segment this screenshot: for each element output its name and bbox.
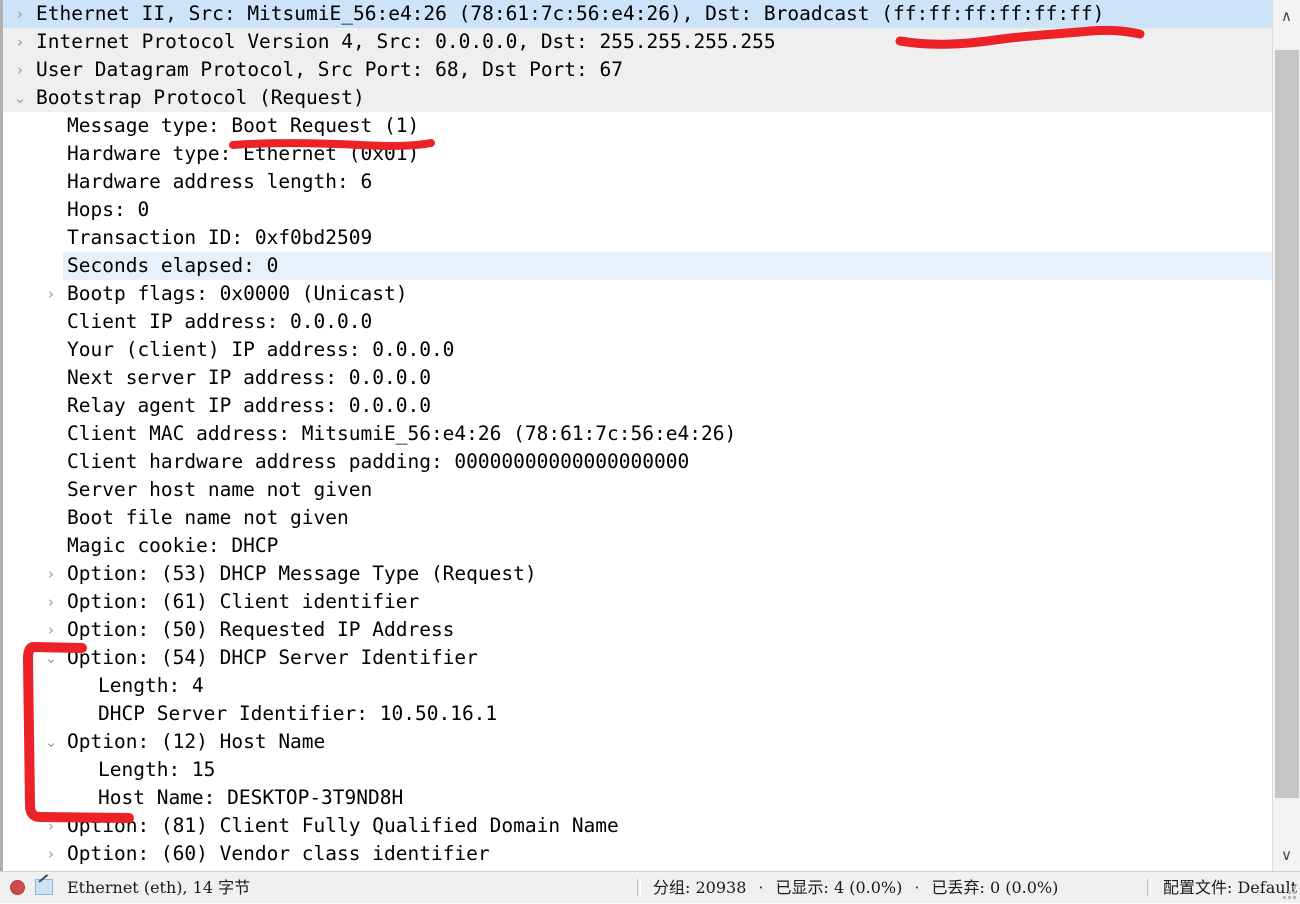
tree-row-label: Host Name: DESKTOP-3T9ND8H: [98, 786, 404, 809]
tree-row-option-61[interactable]: › Option: (61) Client identifier: [3, 588, 1272, 616]
edit-capture-comment-icon[interactable]: [35, 879, 53, 895]
capture-interface-label: Ethernet (eth), 14 字节: [67, 878, 251, 897]
tree-row-client-mac-address[interactable]: Client MAC address: MitsumiE_56:e4:26 (7…: [3, 420, 1272, 448]
tree-row-ethernet-ii[interactable]: › Ethernet II, Src: MitsumiE_56:e4:26 (78…: [3, 0, 1272, 28]
packet-detail-tree[interactable]: › Ethernet II, Src: MitsumiE_56:e4:26 (78…: [3, 0, 1272, 868]
tree-row-hops[interactable]: Hops: 0: [3, 196, 1272, 224]
scrollbar-thumb[interactable]: [1275, 50, 1299, 798]
tree-row-option-54-length[interactable]: Length: 4: [3, 672, 1272, 700]
chevron-right-icon[interactable]: ›: [42, 616, 60, 644]
tree-row-label: Bootp flags: 0x0000 (Unicast): [67, 282, 408, 305]
scroll-down-arrow-icon[interactable]: ∨: [1273, 839, 1300, 871]
tree-row-label: Option: (50) Requested IP Address: [67, 618, 455, 641]
tree-row-label: Magic cookie: DHCP: [67, 534, 279, 557]
chevron-down-icon[interactable]: ⌄: [11, 84, 29, 112]
tree-row-label: DHCP Server Identifier: 10.50.16.1: [98, 702, 498, 725]
tree-row-option-12-length[interactable]: Length: 15: [3, 756, 1272, 784]
tree-row-boot-file-name[interactable]: Boot file name not given: [3, 504, 1272, 532]
status-bar: Ethernet (eth), 14 字节 分组: 20938 · 已显示: 4 (…: [0, 871, 1300, 903]
tree-row-message-type[interactable]: Message type: Boot Request (1): [3, 112, 1272, 140]
status-bar-counters: 分组: 20938 · 已显示: 4 (0.0%) · 已丢弃: 0 (0.0%): [625, 872, 1058, 904]
status-bar-profile[interactable]: 配置文件: Default: [1135, 872, 1297, 904]
tree-row-label: Boot file name not given: [67, 506, 349, 529]
tree-row-dhcp-server-identifier-value[interactable]: DHCP Server Identifier: 10.50.16.1: [3, 700, 1272, 728]
status-bar-left: Ethernet (eth), 14 字节: [10, 872, 250, 904]
tree-row-bootp-flags[interactable]: › Bootp flags: 0x0000 (Unicast): [3, 280, 1272, 308]
chevron-right-icon[interactable]: ›: [11, 0, 29, 28]
tree-row-hardware-type[interactable]: Hardware type: Ethernet (0x01): [3, 140, 1272, 168]
tree-row-label: Message type: Boot Request (1): [67, 114, 420, 137]
chevron-right-icon[interactable]: ›: [42, 280, 60, 308]
chevron-right-icon[interactable]: ›: [42, 560, 60, 588]
tree-row-label: Client hardware address padding: 0000000…: [67, 450, 690, 473]
tree-row-label: Relay agent IP address: 0.0.0.0: [67, 394, 431, 417]
tree-row-label: Option: (54) DHCP Server Identifier: [67, 646, 478, 669]
tree-row-next-server-ip-address[interactable]: Next server IP address: 0.0.0.0: [3, 364, 1272, 392]
tree-row-option-60[interactable]: › Option: (60) Vendor class identifier: [3, 840, 1272, 868]
status-separator-left: [637, 879, 641, 896]
tree-row-server-host-name[interactable]: Server host name not given: [3, 476, 1272, 504]
tree-row-bootp[interactable]: ⌄ Bootstrap Protocol (Request): [3, 84, 1272, 112]
tree-row-label: Transaction ID: 0xf0bd2509: [67, 226, 373, 249]
tree-row-magic-cookie[interactable]: Magic cookie: DHCP: [3, 532, 1272, 560]
tree-row-client-ip-address[interactable]: Client IP address: 0.0.0.0: [3, 308, 1272, 336]
capture-status-icon[interactable]: [10, 880, 25, 895]
packets-count-label: 分组: 20938: [653, 878, 747, 897]
resize-grip-icon[interactable]: [1283, 886, 1297, 900]
tree-row-client-hardware-address-padding[interactable]: Client hardware address padding: 0000000…: [3, 448, 1272, 476]
tree-row-label: Bootstrap Protocol (Request): [36, 86, 365, 109]
counter-dot-1: ·: [758, 878, 764, 897]
tree-row-option-81[interactable]: › Option: (81) Client Fully Qualified Dom…: [3, 812, 1272, 840]
tree-row-option-12[interactable]: ⌄ Option: (12) Host Name: [3, 728, 1272, 756]
tree-row-option-53[interactable]: › Option: (53) DHCP Message Type (Request…: [3, 560, 1272, 588]
displayed-count-label: 已显示: 4 (0.0%): [775, 878, 903, 897]
tree-row-transaction-id[interactable]: Transaction ID: 0xf0bd2509: [3, 224, 1272, 252]
configuration-profile-label[interactable]: 配置文件: Default: [1163, 878, 1297, 897]
chevron-down-icon[interactable]: ⌄: [42, 728, 60, 756]
tree-row-label: Length: 15: [98, 758, 216, 781]
vertical-scrollbar[interactable]: ∧ ∨: [1272, 0, 1300, 871]
tree-row-label: Option: (81) Client Fully Qualified Doma…: [67, 814, 619, 837]
chevron-right-icon[interactable]: ›: [42, 840, 60, 868]
tree-row-hardware-address-length[interactable]: Hardware address length: 6: [3, 168, 1272, 196]
status-separator-right: [1147, 879, 1151, 896]
tree-row-label: Option: (60) Vendor class identifier: [67, 842, 490, 865]
tree-row-label: Internet Protocol Version 4, Src: 0.0.0.…: [36, 30, 776, 53]
tree-row-label: Next server IP address: 0.0.0.0: [67, 366, 431, 389]
tree-row-ipv4[interactable]: › Internet Protocol Version 4, Src: 0.0.0…: [3, 28, 1272, 56]
counter-dot-2: ·: [914, 878, 920, 897]
tree-row-label: Server host name not given: [67, 478, 373, 501]
tree-row-host-name-value[interactable]: Host Name: DESKTOP-3T9ND8H: [3, 784, 1272, 812]
tree-row-label: Option: (12) Host Name: [67, 730, 326, 753]
tree-row-label: Seconds elapsed: 0: [67, 254, 279, 277]
tree-row-relay-agent-ip-address[interactable]: Relay agent IP address: 0.0.0.0: [3, 392, 1272, 420]
tree-row-label: Your (client) IP address: 0.0.0.0: [67, 338, 455, 361]
tree-row-your-client-ip-address[interactable]: Your (client) IP address: 0.0.0.0: [3, 336, 1272, 364]
tree-row-label: Length: 4: [98, 674, 204, 697]
packet-details-pane[interactable]: › Ethernet II, Src: MitsumiE_56:e4:26 (78…: [0, 0, 1272, 871]
tree-row-label: Option: (53) DHCP Message Type (Request): [67, 562, 537, 585]
scroll-up-arrow-icon[interactable]: ∧: [1273, 0, 1300, 32]
tree-row-option-50[interactable]: › Option: (50) Requested IP Address: [3, 616, 1272, 644]
chevron-down-icon[interactable]: ⌄: [42, 644, 60, 672]
wireshark-window: › Ethernet II, Src: MitsumiE_56:e4:26 (78…: [0, 0, 1300, 903]
tree-row-label: Client IP address: 0.0.0.0: [67, 310, 373, 333]
dropped-count-label: 已丢弃: 0 (0.0%): [931, 878, 1059, 897]
tree-row-label: User Datagram Protocol, Src Port: 68, Ds…: [36, 58, 623, 81]
tree-row-label: Option: (61) Client identifier: [67, 590, 420, 613]
tree-row-label: Hardware address length: 6: [67, 170, 373, 193]
tree-row-seconds-elapsed[interactable]: Seconds elapsed: 0: [3, 252, 1272, 280]
chevron-right-icon[interactable]: ›: [11, 28, 29, 56]
tree-row-label: Client MAC address: MitsumiE_56:e4:26 (7…: [67, 422, 737, 445]
chevron-right-icon[interactable]: ›: [42, 812, 60, 840]
tree-row-label: Hardware type: Ethernet (0x01): [67, 142, 420, 165]
tree-row-udp[interactable]: › User Datagram Protocol, Src Port: 68, D…: [3, 56, 1272, 84]
tree-row-option-54[interactable]: ⌄ Option: (54) DHCP Server Identifier: [3, 644, 1272, 672]
chevron-right-icon[interactable]: ›: [42, 588, 60, 616]
tree-row-label: Hops: 0: [67, 198, 150, 221]
tree-row-label: Ethernet II, Src: MitsumiE_56:e4:26 (78:…: [36, 2, 1105, 25]
chevron-right-icon[interactable]: ›: [11, 56, 29, 84]
